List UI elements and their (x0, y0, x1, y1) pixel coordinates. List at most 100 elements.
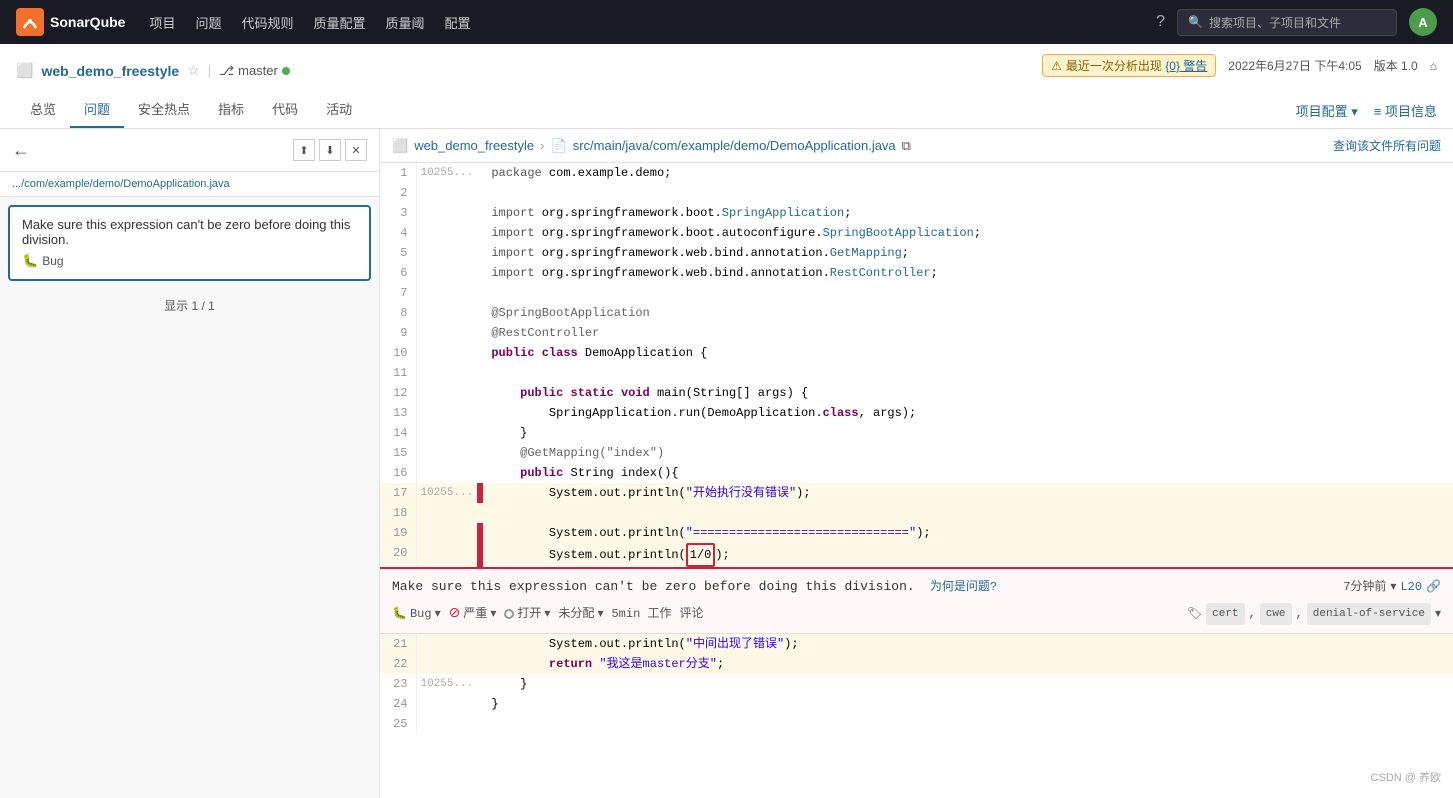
project-file-link[interactable]: web_demo_freestyle (414, 138, 534, 153)
sub-header: ⬜ web_demo_freestyle ☆ | ⎇ master ⚠ 最近一次… (0, 44, 1453, 129)
branch-icon: ⎇ (219, 63, 234, 79)
project-name[interactable]: web_demo_freestyle (41, 63, 179, 79)
project-tabs: 总览 问题 安全热点 指标 代码 活动 (16, 87, 366, 128)
tab-security-hotspots[interactable]: 安全热点 (124, 91, 204, 128)
search-icon: 🔍 (1188, 15, 1203, 29)
table-row: 5 import org.springframework.web.bind.an… (380, 243, 1453, 263)
table-row: 7 (380, 283, 1453, 303)
analysis-warning-badge[interactable]: ⚠ 最近一次分析出现 {0} 警告 (1042, 54, 1216, 77)
star-icon[interactable]: ☆ (187, 62, 200, 79)
table-row: 25 (380, 714, 1453, 734)
tag-cwe[interactable]: cwe (1260, 603, 1292, 625)
tags-row: 🏷 cert, cwe, denial-of-service ▾ (1187, 603, 1441, 625)
issue-meta-row: 🐛 Bug ▾ ⊘ 严重 ▾ (392, 603, 1441, 625)
nav-item-quality-gates[interactable]: 质量阈 (386, 13, 425, 32)
view-all-issues[interactable]: 查询该文件所有问题 (1333, 137, 1441, 154)
tab-metrics[interactable]: 指标 (204, 91, 258, 128)
issue-popup-title: Make sure this expression can't be zero … (392, 579, 915, 594)
table-row: 19 System.out.println("=================… (380, 523, 1453, 543)
panel-expand-button[interactable]: ⬆ (293, 139, 315, 161)
issue-assigned-badge[interactable]: 未分配 ▾ (558, 604, 603, 624)
type-dropdown[interactable]: ▾ (435, 604, 441, 624)
search-box[interactable]: 🔍 搜索项目、子项目和文件 (1177, 9, 1397, 36)
status-icon (504, 609, 514, 619)
footer-text: CSDN @ 养欧 (1371, 772, 1441, 784)
severity-icon: ⊘ (449, 604, 461, 624)
tags-dropdown[interactable]: ▾ (1435, 604, 1441, 624)
issue-card[interactable]: Make sure this expression can't be zero … (8, 205, 371, 281)
code-file-header: ⬜ web_demo_freestyle › 📄 src/main/java/c… (380, 129, 1453, 163)
nav-item-issues[interactable]: 问题 (195, 13, 221, 32)
logo-text: SonarQube (50, 14, 125, 30)
file-icon: 📄 (551, 138, 567, 154)
issue-effort-badge: 5min 工作 (611, 604, 671, 624)
table-row: 10 public class DemoApplication { (380, 343, 1453, 363)
tag-denial-of-service[interactable]: denial-of-service (1307, 603, 1431, 625)
issue-popup-title-row: Make sure this expression can't be zero … (392, 577, 997, 597)
project-info-link[interactable]: ≡ 项目信息 (1374, 101, 1437, 120)
branch-separator: | (208, 63, 211, 78)
table-row: 11 (380, 363, 1453, 383)
nav-menu: 项目 问题 代码规则 质量配置 质量阈 配置 (149, 13, 470, 32)
nav-item-quality-profiles[interactable]: 质量配置 (314, 13, 366, 32)
table-row: 6 import org.springframework.web.bind.an… (380, 263, 1453, 283)
issue-type-badge[interactable]: 🐛 Bug ▾ (392, 604, 441, 624)
time-info: 7分钟前 ▾ L20 🔗 (1343, 577, 1441, 597)
why-link[interactable]: 为何是问题? (930, 580, 997, 594)
logo-icon (16, 8, 44, 36)
version-info: 版本 1.0 (1374, 57, 1418, 74)
link-icon[interactable]: 🔗 (1426, 577, 1441, 597)
table-row: 1 10255... package com.example.demo; (380, 163, 1453, 183)
project-file-icon: ⬜ (392, 138, 408, 154)
nav-item-projects[interactable]: 项目 (149, 13, 175, 32)
assign-dropdown[interactable]: ▾ (597, 604, 603, 624)
project-config-link[interactable]: 项目配置 ▾ (1296, 101, 1358, 120)
copy-icon[interactable]: ⧉ (902, 138, 911, 154)
file-path[interactable]: src/main/java/com/example/demo/DemoAppli… (573, 138, 896, 153)
table-row: 13 SpringApplication.run(DemoApplication… (380, 403, 1453, 423)
code-table: 1 10255... package com.example.demo; 2 3 (380, 163, 1453, 734)
nav-item-rules[interactable]: 代码规则 (242, 13, 294, 32)
issue-card-type: 🐛 Bug (22, 253, 357, 269)
project-actions: 项目配置 ▾ ≡ 项目信息 (1296, 101, 1437, 128)
footer: CSDN @ 养欧 (1371, 769, 1441, 785)
project-icon: ⬜ (16, 62, 33, 79)
severity-dropdown[interactable]: ▾ (490, 604, 496, 624)
table-row: 18 (380, 503, 1453, 523)
nav-item-config[interactable]: 配置 (445, 13, 471, 32)
table-row: 21 System.out.println("中间出现了错误"); (380, 634, 1453, 654)
table-row: 9 @RestController (380, 323, 1453, 343)
tab-code[interactable]: 代码 (258, 91, 312, 128)
tab-overview[interactable]: 总览 (16, 91, 70, 128)
table-row: 4 import org.springframework.boot.autoco… (380, 223, 1453, 243)
help-icon[interactable]: ? (1156, 13, 1165, 31)
project-bar: ⬜ web_demo_freestyle ☆ | ⎇ master ⚠ 最近一次… (16, 44, 1437, 87)
line-label[interactable]: L20 (1400, 577, 1422, 597)
tab-activity[interactable]: 活动 (312, 91, 366, 128)
tab-issues[interactable]: 问题 (70, 91, 124, 128)
tag-cert[interactable]: cert (1206, 603, 1244, 625)
warning-icon: ⚠ (1051, 59, 1062, 73)
back-button[interactable]: ← (12, 140, 30, 161)
analysis-bar: ⚠ 最近一次分析出现 {0} 警告 2022年6月27日 下午4:05 版本 1… (1042, 54, 1437, 87)
panel-close-button[interactable]: ✕ (345, 139, 367, 161)
branch-status-dot (282, 67, 290, 75)
panel-split-button[interactable]: ⬇ (319, 139, 341, 161)
home-icon[interactable]: ⌂ (1430, 59, 1437, 73)
issue-comment-badge[interactable]: 评论 (679, 604, 703, 624)
code-panel[interactable]: ⬜ web_demo_freestyle › 📄 src/main/java/c… (380, 129, 1453, 798)
logo[interactable]: SonarQube (16, 8, 125, 36)
table-row: 17 10255... System.out.println("开始执行没有错误… (380, 483, 1453, 503)
issue-status-badge[interactable]: 打开 ▾ (504, 604, 550, 624)
file-breadcrumb[interactable]: .../com/example/demo/DemoApplication.jav… (0, 172, 379, 197)
status-dropdown[interactable]: ▾ (544, 604, 550, 624)
user-avatar[interactable]: A (1409, 8, 1437, 36)
left-panel-header: ← ⬆ ⬇ ✕ (0, 129, 379, 172)
table-row: 14 } (380, 423, 1453, 443)
issue-severity-badge[interactable]: ⊘ 严重 ▾ (449, 604, 497, 624)
table-row: 12 public static void main(String[] args… (380, 383, 1453, 403)
issue-popup-cell: Make sure this expression can't be zero … (380, 567, 1453, 634)
time-ago: 7分钟前 (1343, 577, 1386, 597)
table-row: 8 @SpringBootApplication (380, 303, 1453, 323)
tag-icon: 🏷 (1187, 604, 1202, 624)
